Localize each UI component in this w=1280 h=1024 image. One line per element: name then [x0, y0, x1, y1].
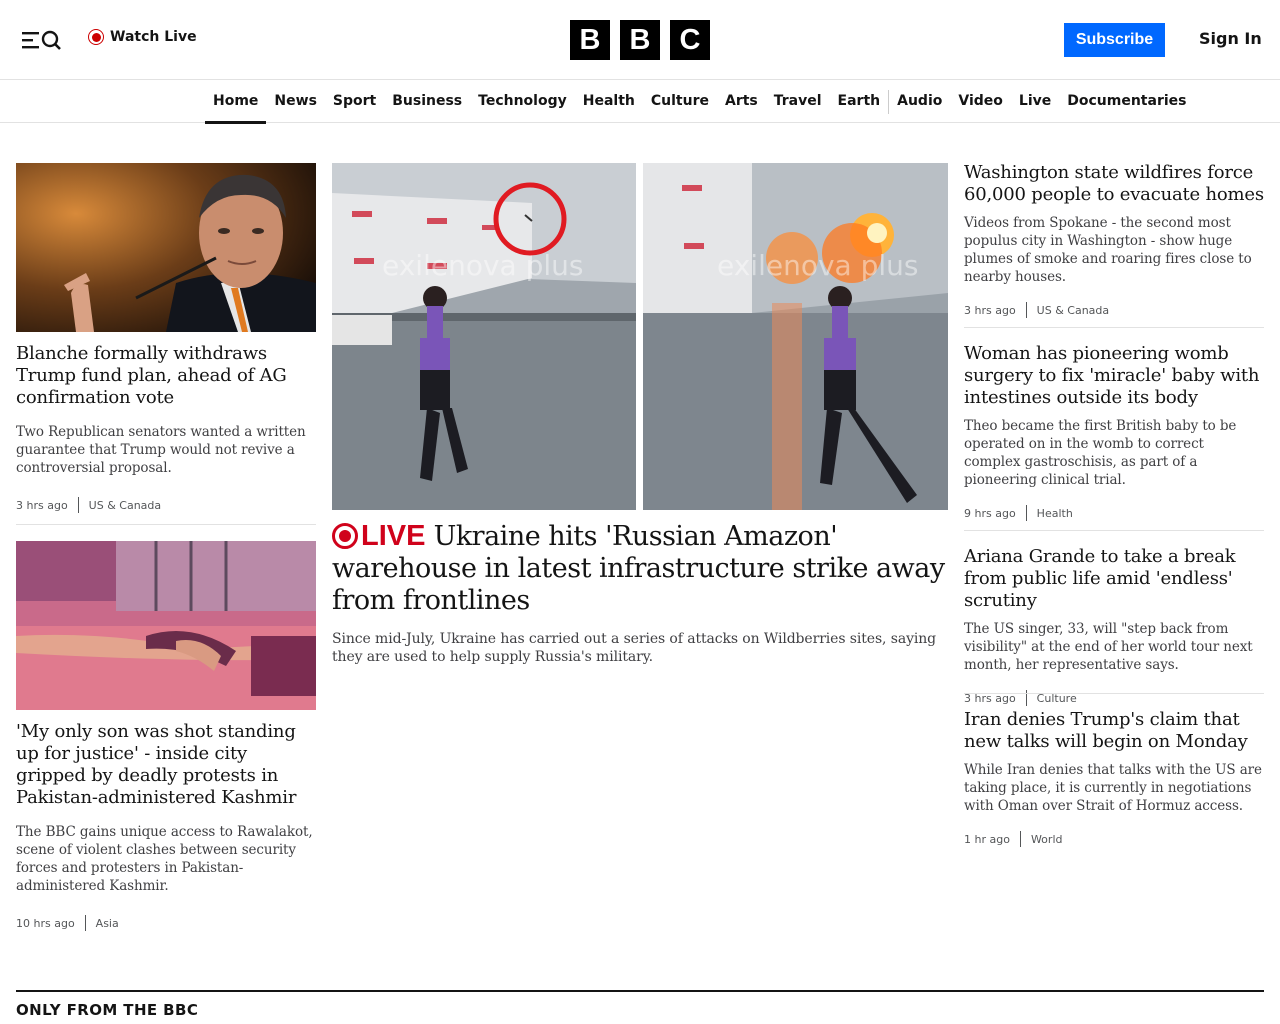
warehouse-strike-photo: exilenova plus exilenova plus	[332, 163, 948, 510]
nav-item-earth[interactable]: Earth	[830, 81, 889, 123]
nav-item-news[interactable]: News	[266, 81, 324, 123]
story-timestamp: 1 hr ago	[964, 832, 1010, 846]
hero-headline-link[interactable]: LIVE Ukraine hits 'Russian Amazon' wareh…	[332, 520, 948, 617]
subscribe-button[interactable]: Subscribe	[1064, 23, 1165, 57]
section-rule	[16, 990, 1264, 992]
story-meta: 10 hrs ago Asia	[16, 915, 316, 931]
live-indicator-icon	[332, 523, 358, 549]
watch-live-link[interactable]: Watch Live	[88, 29, 197, 45]
logo-letter-2: B	[620, 20, 660, 60]
nav-item-travel[interactable]: Travel	[766, 81, 830, 123]
story-topic-link[interactable]: US & Canada	[1027, 304, 1109, 317]
story-headline[interactable]: Blanche formally withdraws Trump fund pl…	[16, 343, 316, 409]
hero-watermark-right: exilenova plus	[717, 249, 918, 282]
story-image-kashmir[interactable]	[16, 541, 316, 710]
site-header: Watch Live B B C Subscribe Sign In	[0, 0, 1280, 80]
menu-search-icon	[22, 30, 61, 50]
nav-item-business[interactable]: Business	[384, 81, 470, 123]
story-topic-link[interactable]: World	[1021, 833, 1063, 846]
story-divider	[964, 530, 1264, 531]
story-topic-link[interactable]: US & Canada	[79, 499, 161, 512]
live-tag: LIVE	[361, 520, 426, 552]
story-meta: 9 hrs ago Health	[964, 505, 1264, 521]
story-divider	[16, 524, 316, 525]
story-summary: The BBC gains unique access to Rawalakot…	[16, 824, 313, 894]
sign-in-link[interactable]: Sign In	[1199, 29, 1262, 48]
story-card-ariana-grande: Ariana Grande to take a break from publi…	[964, 546, 1264, 706]
live-record-icon	[88, 29, 104, 45]
story-summary: Theo became the first British baby to be…	[964, 418, 1237, 488]
story-card-blanche: Blanche formally withdraws Trump fund pl…	[16, 343, 316, 513]
logo-letter-3: C	[670, 20, 710, 60]
story-divider	[964, 693, 1264, 694]
story-image-blanche[interactable]	[16, 163, 316, 332]
nav-item-home[interactable]: Home	[205, 81, 267, 124]
nav-item-documentaries[interactable]: Documentaries	[1059, 81, 1194, 123]
story-card-iran-talks: Iran denies Trump's claim that new talks…	[964, 709, 1264, 847]
story-card-kashmir: 'My only son was shot standing up for ju…	[16, 721, 316, 931]
story-timestamp: 3 hrs ago	[16, 498, 68, 512]
nav-item-culture[interactable]: Culture	[643, 81, 717, 123]
story-topic-link[interactable]: Asia	[86, 917, 119, 930]
hero-image[interactable]: exilenova plus exilenova plus	[332, 163, 948, 510]
hero-watermark-left: exilenova plus	[382, 249, 583, 282]
story-topic-link[interactable]: Health	[1027, 507, 1073, 520]
nav-item-health[interactable]: Health	[575, 81, 643, 123]
nav-item-sport[interactable]: Sport	[325, 81, 384, 123]
portrait-photo	[16, 163, 316, 332]
nav-item-live[interactable]: Live	[1011, 81, 1059, 123]
story-summary: Two Republican senators wanted a written…	[16, 424, 306, 476]
nav-item-technology[interactable]: Technology	[470, 81, 575, 123]
story-timestamp: 9 hrs ago	[964, 506, 1016, 520]
story-timestamp: 10 hrs ago	[16, 916, 75, 930]
story-meta: 3 hrs ago US & Canada	[964, 302, 1264, 318]
watch-live-label: Watch Live	[110, 29, 197, 45]
hero-story-card: LIVE Ukraine hits 'Russian Amazon' wareh…	[332, 520, 948, 666]
story-timestamp: 3 hrs ago	[964, 303, 1016, 317]
story-headline[interactable]: Ariana Grande to take a break from publi…	[964, 546, 1264, 612]
main-navigation: Home News Sport Business Technology Heal…	[0, 81, 1280, 124]
bbc-logo[interactable]: B B C	[570, 20, 710, 60]
story-meta: 3 hrs ago US & Canada	[16, 497, 316, 513]
logo-letter-1: B	[570, 20, 610, 60]
story-meta: 1 hr ago World	[964, 831, 1264, 847]
hero-summary: Since mid-July, Ukraine has carried out …	[332, 631, 937, 665]
menu-search-button[interactable]	[22, 30, 62, 50]
story-summary: Videos from Spokane - the second most po…	[964, 215, 1252, 285]
story-headline[interactable]: Iran denies Trump's claim that new talks…	[964, 709, 1264, 753]
section-title: ONLY FROM THE BBC	[16, 1001, 199, 1019]
nav-item-video[interactable]: Video	[950, 81, 1011, 123]
nav-item-audio[interactable]: Audio	[889, 81, 950, 123]
story-summary: While Iran denies that talks with the US…	[964, 762, 1262, 814]
story-summary: The US singer, 33, will "step back from …	[964, 621, 1253, 673]
story-headline[interactable]: 'My only son was shot standing up for ju…	[16, 721, 316, 809]
hospital-photo	[16, 541, 316, 710]
story-headline[interactable]: Washington state wildfires force 60,000 …	[964, 162, 1264, 206]
story-card-womb-surgery: Woman has pioneering womb surgery to fix…	[964, 343, 1264, 521]
story-headline[interactable]: Woman has pioneering womb surgery to fix…	[964, 343, 1264, 409]
nav-item-arts[interactable]: Arts	[717, 81, 766, 123]
story-divider	[964, 327, 1264, 328]
nav-list: Home News Sport Business Technology Heal…	[205, 81, 1194, 124]
story-card-wildfires: Washington state wildfires force 60,000 …	[964, 162, 1264, 318]
